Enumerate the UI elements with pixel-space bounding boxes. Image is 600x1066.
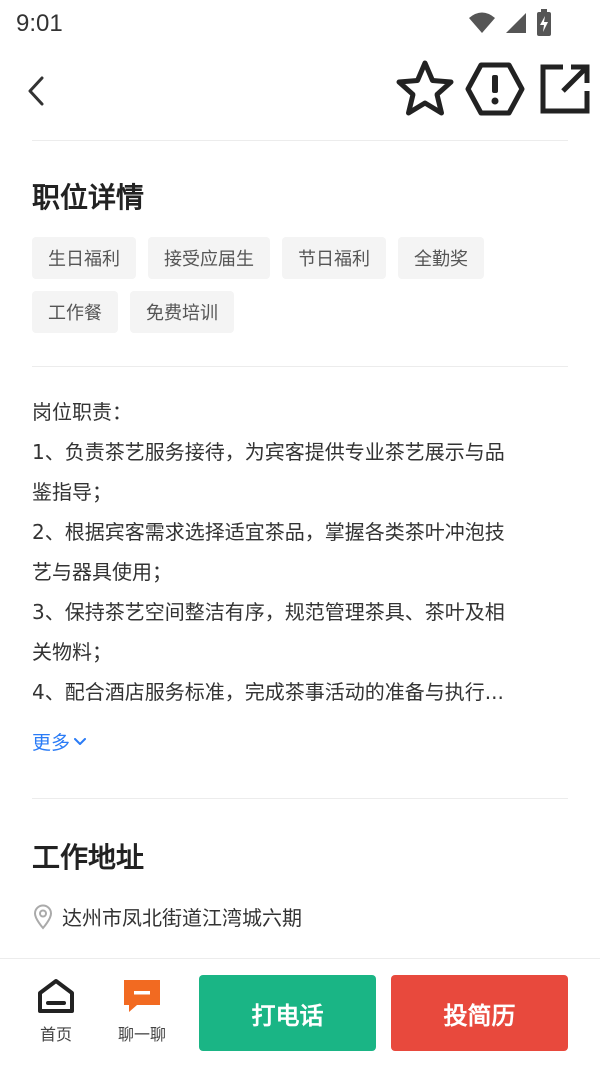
chat-icon bbox=[124, 980, 160, 1012]
more-label: 更多 bbox=[32, 732, 71, 754]
more-link[interactable]: 更多 bbox=[32, 728, 87, 755]
description-line: 4、配合酒店服务标准，完成茶事活动的准备与执行... bbox=[32, 680, 504, 704]
work-address-title: 工作地址 bbox=[32, 841, 145, 874]
tag: 生日福利 bbox=[32, 237, 136, 279]
chat-label: 聊一聊 bbox=[118, 1025, 167, 1044]
tag: 接受应届生 bbox=[148, 237, 270, 279]
divider bbox=[32, 798, 568, 799]
status-icons bbox=[468, 8, 552, 38]
description-line: 鉴指导； bbox=[32, 480, 112, 504]
address-text: 达州市凤北街道江湾城六期 bbox=[62, 906, 302, 930]
divider bbox=[32, 366, 568, 367]
report-icon bbox=[465, 62, 525, 116]
call-button[interactable]: 打电话 bbox=[199, 975, 376, 1051]
share-button[interactable] bbox=[534, 58, 596, 120]
report-button[interactable] bbox=[464, 58, 526, 120]
chevron-left-icon bbox=[28, 76, 44, 106]
tag: 节日福利 bbox=[282, 237, 386, 279]
app-bar bbox=[0, 52, 600, 132]
description-line: 岗位职责： bbox=[32, 400, 132, 424]
tag: 免费培训 bbox=[130, 291, 234, 333]
tag: 全勤奖 bbox=[398, 237, 484, 279]
home-label: 首页 bbox=[39, 1025, 72, 1044]
share-icon bbox=[540, 64, 590, 114]
description-line: 关物料； bbox=[32, 640, 112, 664]
job-description: 岗位职责： 1、负责茶艺服务接待，为宾客提供专业茶艺展示与品 鉴指导； 2、根据… bbox=[32, 392, 572, 712]
tag: 工作餐 bbox=[32, 291, 118, 333]
divider bbox=[32, 140, 568, 141]
star-icon bbox=[396, 60, 454, 116]
wifi-icon bbox=[469, 12, 495, 33]
battery-charging-icon bbox=[537, 9, 551, 36]
submit-resume-button[interactable]: 投简历 bbox=[391, 975, 568, 1051]
address-row[interactable]: 达州市凤北街道江湾城六期 bbox=[32, 902, 302, 931]
job-details-title: 职位详情 bbox=[32, 181, 145, 214]
description-line: 3、保持茶艺空间整洁有序，规范管理茶具、茶叶及相 bbox=[32, 600, 505, 624]
home-icon bbox=[38, 979, 74, 1013]
description-line: 艺与器具使用； bbox=[32, 560, 172, 584]
status-time: 9:01 bbox=[16, 10, 63, 37]
benefit-tags: 生日福利 接受应届生 节日福利 全勤奖 工作餐 免费培训 bbox=[32, 237, 572, 333]
back-button[interactable] bbox=[18, 66, 54, 116]
chat-nav-button[interactable]: 聊一聊 bbox=[118, 977, 166, 1045]
location-pin-icon bbox=[33, 904, 53, 930]
home-nav-button[interactable]: 首页 bbox=[36, 977, 76, 1045]
chevron-down-icon bbox=[74, 737, 87, 745]
favorite-button[interactable] bbox=[394, 58, 456, 120]
bottom-action-bar: 首页 聊一聊 打电话 投简历 bbox=[0, 958, 600, 1066]
description-line: 2、根据宾客需求选择适宜茶品，掌握各类茶叶冲泡技 bbox=[32, 520, 505, 544]
signal-icon bbox=[506, 13, 526, 33]
description-line: 1、负责茶艺服务接待，为宾客提供专业茶艺展示与品 bbox=[32, 440, 505, 464]
status-bar: 9:01 bbox=[0, 0, 600, 48]
